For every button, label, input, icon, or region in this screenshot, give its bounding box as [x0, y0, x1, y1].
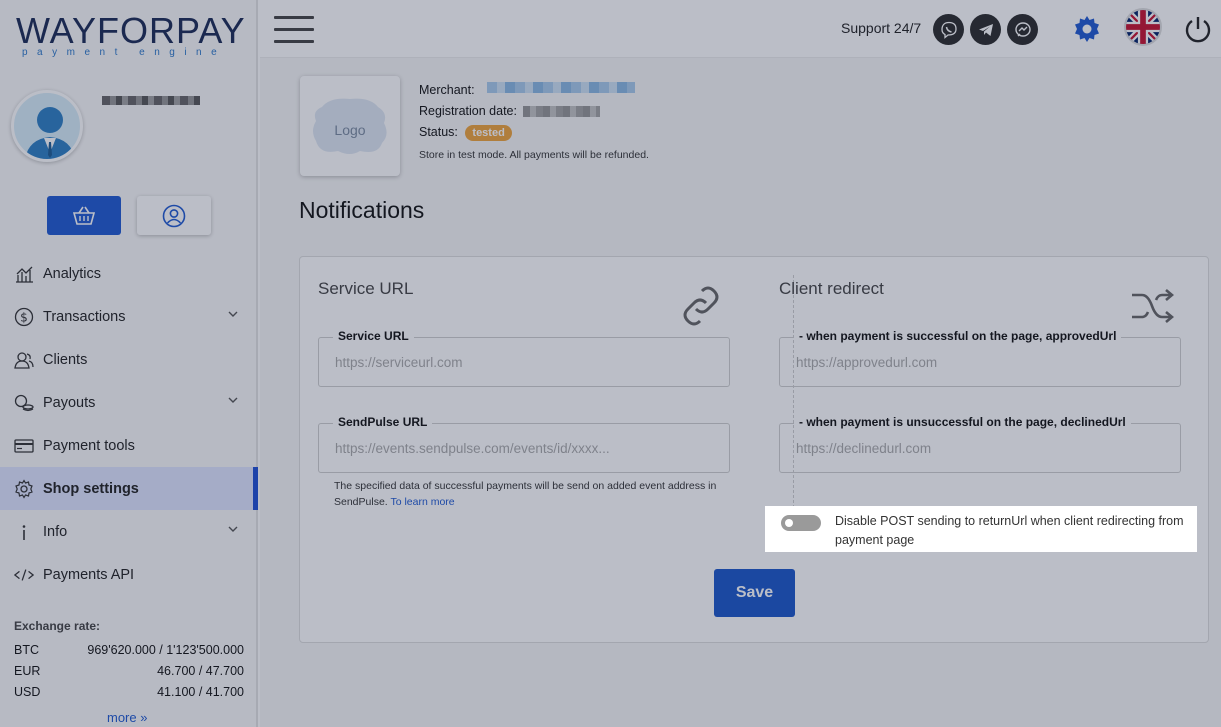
exchange-rate-title: Exchange rate:	[14, 619, 101, 633]
approved-url-label: - when payment is successful on the page…	[794, 329, 1122, 343]
sidebar-item-label: Transactions	[43, 308, 126, 325]
registration-label: Registration date:	[419, 104, 517, 118]
merchant-label: Merchant:	[419, 83, 475, 97]
sidebar-item-transactions[interactable]: $ Transactions	[0, 295, 258, 338]
chevron-down-icon[interactable]	[227, 308, 239, 324]
currency-rate: 46.700 / 47.700	[157, 664, 244, 678]
telegram-icon[interactable]	[970, 14, 1001, 45]
service-section-title: Service URL	[318, 279, 414, 298]
currency-code: EUR	[14, 664, 41, 678]
more-rates-link[interactable]: more »	[107, 710, 147, 725]
chevron-down-icon[interactable]	[227, 394, 239, 410]
card-icon	[14, 436, 34, 456]
user-circle-icon	[162, 204, 186, 227]
sendpulse-helper: The specified data of successful payment…	[334, 478, 734, 510]
disable-post-toggle[interactable]	[781, 515, 821, 531]
sidebar-item-info[interactable]: Info	[0, 510, 258, 553]
status-line: Status: tested	[419, 125, 512, 141]
redirect-section-title: Client redirect	[779, 279, 884, 298]
declined-url-input[interactable]: https://declinedurl.com	[796, 441, 931, 456]
merchant-name	[487, 82, 635, 93]
more-label: more	[107, 710, 137, 725]
double-chevron-down-icon: »	[140, 710, 148, 725]
chevron-down-icon[interactable]	[227, 523, 239, 539]
dollar-icon: $	[14, 307, 34, 327]
sidebar-item-label: Analytics	[43, 265, 102, 282]
shop-button[interactable]	[47, 196, 121, 235]
learn-more-link[interactable]: To learn more	[390, 496, 454, 508]
user-name	[102, 96, 200, 105]
clients-icon	[14, 350, 34, 370]
registration-date	[523, 106, 600, 117]
registration-line: Registration date:	[419, 104, 517, 118]
status-badge: tested	[465, 125, 512, 141]
sidebar-item-shop-settings[interactable]: Shop settings	[0, 467, 258, 510]
approved-url-input[interactable]: https://approvedurl.com	[796, 355, 937, 370]
exchange-row: USD 41.100 / 41.700	[14, 685, 244, 699]
sidebar-item-label: Shop settings	[43, 480, 139, 497]
messenger-icon[interactable]	[1007, 14, 1038, 45]
sidebar-item-label: Clients	[43, 351, 88, 368]
sendpulse-url-input[interactable]: https://events.sendpulse.com/events/id/x…	[335, 441, 610, 456]
sidebar-item-label: Payouts	[43, 394, 96, 411]
sidebar-item-payouts[interactable]: Payouts	[0, 381, 258, 424]
sendpulse-url-label: SendPulse URL	[333, 415, 433, 429]
code-icon	[14, 565, 34, 585]
sidebar-item-payments-api[interactable]: Payments API	[0, 553, 258, 596]
svg-text:$: $	[20, 310, 28, 324]
main-content: Support 24/7 Logo Merchant: Registration…	[260, 0, 1221, 727]
merchant-line: Merchant:	[419, 83, 475, 97]
analytics-icon	[14, 264, 34, 284]
top-bar: Support 24/7	[260, 0, 1221, 58]
sendpulse-url-field[interactable]: SendPulse URL https://events.sendpulse.c…	[318, 415, 730, 473]
page-title: Notifications	[299, 197, 425, 223]
currency-code: BTC	[14, 643, 39, 657]
test-mode-note: Store in test mode. All payments will be…	[419, 149, 649, 161]
currency-rate: 969'620.000 / 1'123'500.000	[87, 643, 244, 657]
disable-post-toggle-row: Disable POST sending to returnUrl when c…	[765, 506, 1197, 552]
currency-rate: 41.100 / 41.700	[157, 685, 244, 699]
brand-logo[interactable]: WAYFORPAY	[16, 10, 246, 52]
gear-icon	[14, 478, 34, 499]
support-label: Support 24/7	[841, 20, 922, 36]
exchange-row: BTC 969'620.000 / 1'123'500.000	[14, 643, 244, 657]
profile-button[interactable]	[137, 196, 211, 235]
sidebar: WAYFORPAY payment engine Analytics $ Tra…	[0, 0, 258, 727]
sidebar-item-label: Payments API	[43, 566, 135, 583]
service-url-input[interactable]: https://serviceurl.com	[335, 355, 463, 370]
avatar[interactable]	[11, 90, 83, 162]
brand-tagline: payment engine	[22, 47, 227, 58]
viber-icon[interactable]	[933, 14, 964, 45]
settings-gear-icon[interactable]	[1071, 13, 1103, 50]
sidebar-item-analytics[interactable]: Analytics	[0, 252, 258, 295]
sidebar-item-label: Info	[43, 523, 68, 540]
link-icon	[678, 283, 724, 334]
sidebar-item-payment-tools[interactable]: Payment tools	[0, 424, 258, 467]
service-url-field[interactable]: Service URL https://serviceurl.com	[318, 329, 730, 387]
currency-code: USD	[14, 685, 41, 699]
logo-placeholder-icon: Logo	[313, 98, 387, 154]
info-icon	[14, 522, 34, 542]
menu-toggle-icon[interactable]	[274, 16, 314, 44]
status-label: Status:	[419, 125, 458, 139]
approved-url-field[interactable]: - when payment is successful on the page…	[779, 329, 1181, 387]
toggle-knob	[785, 519, 793, 527]
service-url-label: Service URL	[333, 329, 414, 343]
logout-power-icon[interactable]	[1183, 14, 1213, 49]
exchange-row: EUR 46.700 / 47.700	[14, 664, 244, 678]
sidebar-item-label: Payment tools	[43, 437, 135, 454]
notifications-card: Service URL Service URL https://serviceu…	[299, 256, 1209, 643]
disable-post-label: Disable POST sending to returnUrl when c…	[835, 514, 1184, 547]
declined-url-label: - when payment is unsuccessful on the pa…	[794, 415, 1131, 429]
user-avatar-icon	[24, 107, 76, 159]
declined-url-field[interactable]: - when payment is unsuccessful on the pa…	[779, 415, 1181, 473]
merchant-logo[interactable]: Logo	[300, 76, 400, 176]
basket-icon	[72, 206, 96, 225]
logo-label: Logo	[334, 122, 365, 138]
sidebar-item-clients[interactable]: Clients	[0, 338, 258, 381]
language-flag-icon[interactable]	[1124, 8, 1162, 46]
save-button[interactable]: Save	[714, 569, 795, 617]
payouts-icon	[14, 393, 34, 413]
shuffle-icon	[1130, 289, 1175, 328]
